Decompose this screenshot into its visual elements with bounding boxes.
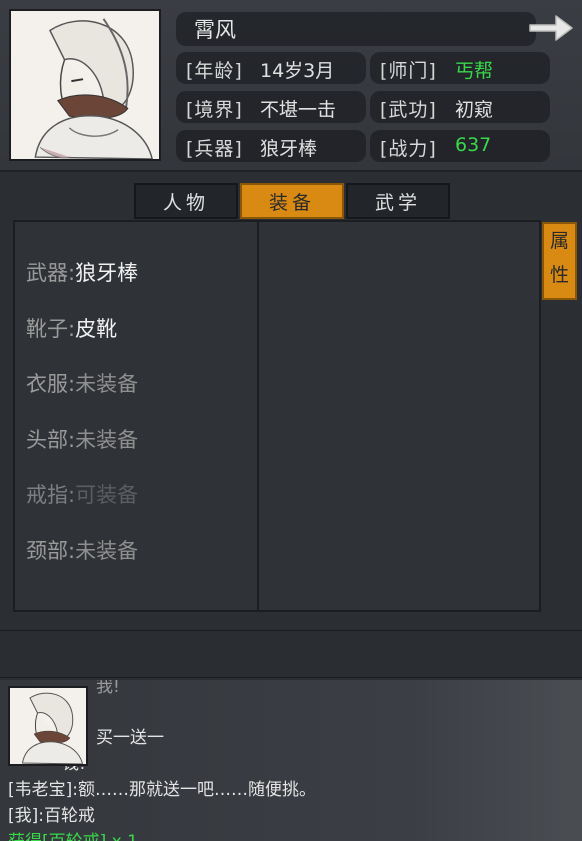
attributes-button-char: 属 <box>549 230 569 252</box>
equip-item: 皮靴 <box>75 317 118 341</box>
equip-slot-neck[interactable]: 颈部:未装备 <box>26 535 138 565</box>
attributes-button[interactable]: 属 性 <box>542 222 577 300</box>
equip-slot-weapon[interactable]: 武器:狼牙棒 <box>26 257 138 287</box>
age-value: 14岁3月 <box>260 60 335 82</box>
equip-item: 未装备 <box>75 428 139 452</box>
dialog-line: 获得[百轮戒] x 1 <box>8 827 138 841</box>
equip-slot-label: 颈部: <box>26 539 76 563</box>
weapon-value: 狼牙棒 <box>260 138 318 160</box>
equip-item: 可装备 <box>75 483 139 507</box>
combat-power-label: [战力] <box>380 138 437 160</box>
equip-slot-label: 头部: <box>26 428 76 452</box>
section-divider <box>0 630 582 678</box>
tab-character[interactable]: 人物 <box>134 183 238 219</box>
age-label: [年龄] <box>186 60 243 82</box>
speaker-avatar <box>8 686 88 766</box>
dialog-line: 我! <box>96 680 120 697</box>
sect-label: [师门] <box>380 60 437 82</box>
equip-item: 狼牙棒 <box>75 261 139 285</box>
dialog-line: 买一送一 <box>96 728 164 748</box>
martial-skill-label: [武功] <box>380 99 437 121</box>
equip-slot-label: 靴子: <box>26 317 76 341</box>
character-header: 霄风 [年龄] 14岁3月 [师门] 丐帮 [境界] 不堪一击 [武功] 初窥 … <box>0 0 582 172</box>
tab-martial-arts[interactable]: 武学 <box>346 183 450 219</box>
tab-bar: 人物 装备 武学 <box>134 183 452 219</box>
weapon-label: [兵器] <box>186 138 243 160</box>
character-name: 霄风 <box>194 18 236 42</box>
equip-slot-label: 戒指: <box>26 483 76 507</box>
dialog-line: [韦老宝]:额……那就送一吧……随便挑。 <box>8 780 316 800</box>
martial-skill-value: 初窥 <box>455 99 494 121</box>
realm-value: 不堪一击 <box>260 99 337 121</box>
equip-item: 未装备 <box>75 539 139 563</box>
realm-label: [境界] <box>186 99 243 121</box>
equip-item: 未装备 <box>75 372 139 396</box>
equip-slot-label: 衣服: <box>26 372 76 396</box>
sect-value: 丐帮 <box>455 60 494 82</box>
right-arrow-icon[interactable] <box>526 10 576 46</box>
equip-slot-boots[interactable]: 靴子:皮靴 <box>26 313 117 343</box>
character-avatar[interactable] <box>9 9 161 161</box>
attributes-button-char: 性 <box>549 264 569 286</box>
tab-equipment[interactable]: 装备 <box>240 183 344 219</box>
combat-power-value: 637 <box>455 134 492 156</box>
dialogue-log[interactable]: 我! 买一送一 钱! [韦老宝]:额……那就送一吧……随便挑。 [我]:百轮戒 … <box>0 680 582 841</box>
equip-slot-label: 武器: <box>26 261 76 285</box>
equipment-detail-panel <box>259 220 541 612</box>
equip-slot-head[interactable]: 头部:未装备 <box>26 424 138 454</box>
equip-slot-clothes[interactable]: 衣服:未装备 <box>26 368 138 398</box>
dialog-line: [我]:百轮戒 <box>8 806 95 826</box>
portrait-drawing <box>11 11 159 159</box>
equip-slot-ring[interactable]: 戒指:可装备 <box>26 479 138 509</box>
portrait-drawing <box>10 688 86 764</box>
